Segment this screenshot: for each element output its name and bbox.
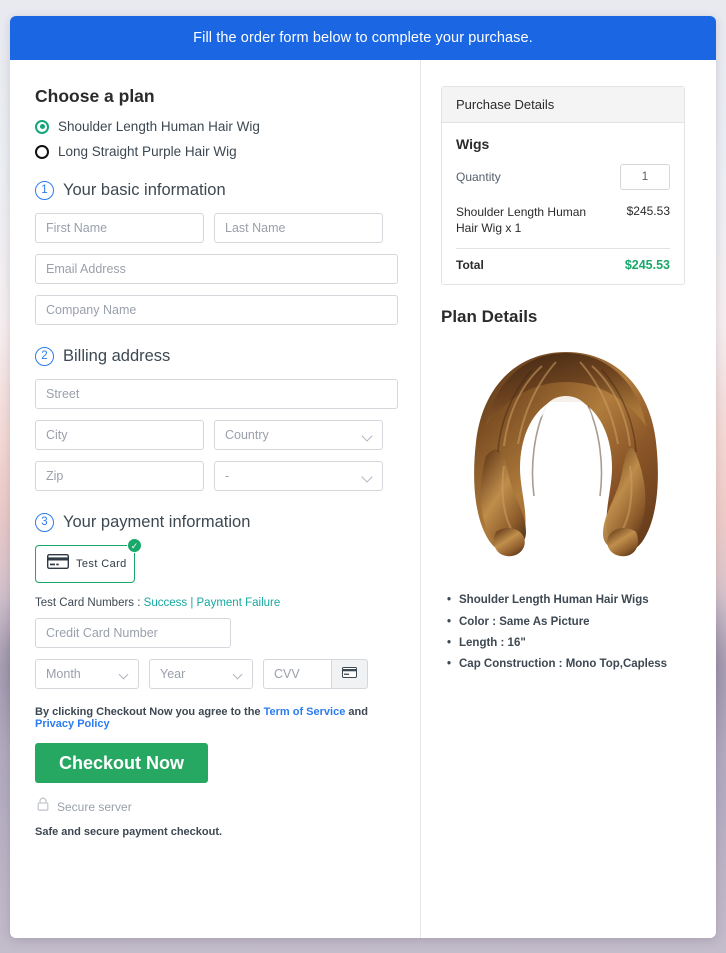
city-country-row: City Country [35,420,398,450]
test-card-option[interactable]: Test Card ✓ [35,538,142,583]
quantity-input[interactable]: 1 [620,164,670,190]
state-select[interactable]: - [214,461,383,491]
agreement-text: By clicking Checkout Now you agree to th… [35,706,398,730]
note-separator: | [187,597,197,609]
radio-selected-icon[interactable] [35,119,49,134]
list-item: Length : 16" [447,633,694,655]
agreement-middle: and [345,706,368,718]
email-row: Email Address [35,254,398,284]
first-name-input[interactable]: First Name [35,213,204,243]
checkout-now-button[interactable]: Checkout Now [35,743,208,783]
chevron-down-icon [118,669,129,680]
card-body: Choose a plan Shoulder Length Human Hair… [10,60,716,938]
name-row: First Name Last Name [35,213,398,243]
step-billing-address: 2 Billing address [35,347,398,366]
product-category-label: Wigs [456,136,490,152]
street-input[interactable]: Street [35,379,398,409]
check-circle-icon: ✓ [127,538,142,553]
plan-option-label: Shoulder Length Human Hair Wig [58,119,260,134]
expiry-month-value: Month [46,667,81,681]
line-item-name: Shoulder Length Human Hair Wig x 1 [456,205,587,236]
payment-failure-test-card-link[interactable]: Payment Failure [197,597,281,609]
lock-icon [37,797,49,816]
expiry-year-select[interactable]: Year [149,659,253,689]
checkout-card: Fill the order form below to complete yo… [10,16,716,938]
quantity-label: Quantity [456,170,501,184]
plan-feature-list: Shoulder Length Human Hair Wigs Color : … [447,590,694,675]
terms-of-service-link[interactable]: Term of Service [264,706,346,718]
plan-details-heading: Plan Details [441,307,538,327]
plan-option-long-straight-purple[interactable]: Long Straight Purple Hair Wig [35,144,398,159]
choose-plan-heading: Choose a plan [35,86,155,106]
line-item-price: $245.53 [626,204,670,218]
step-number-badge: 2 [35,347,54,366]
banner-text: Fill the order form below to complete yo… [193,30,533,46]
step-title: Billing address [63,347,171,365]
step-number-badge: 3 [35,513,54,532]
step-number-badge: 1 [35,181,54,200]
cvv-input[interactable]: CVV [263,659,331,689]
country-select[interactable]: Country [214,420,383,450]
purchase-details-header: Purchase Details [442,87,684,123]
list-item: Shoulder Length Human Hair Wigs [447,590,694,612]
test-card-label: Test Card [76,558,127,570]
plan-option-label: Long Straight Purple Hair Wig [58,144,237,159]
zip-input[interactable]: Zip [35,461,204,491]
success-test-card-link[interactable]: Success [144,597,187,609]
expiry-month-select[interactable]: Month [35,659,139,689]
last-name-input[interactable]: Last Name [214,213,383,243]
plan-option-shoulder-length[interactable]: Shoulder Length Human Hair Wig [35,119,398,134]
secure-server-row: Secure server [37,797,398,816]
expiry-year-value: Year [160,667,186,681]
summary-column: Purchase Details Wigs Quantity 1 Shoulde… [421,60,716,938]
list-item: Color : Same As Picture [447,612,694,634]
purchase-details-panel: Purchase Details Wigs Quantity 1 Shoulde… [441,86,685,286]
credit-card-icon [46,553,70,574]
company-name-input[interactable]: Company Name [35,295,398,325]
cvv-help-button[interactable] [331,659,368,689]
company-row: Company Name [35,295,398,325]
radio-unselected-icon[interactable] [35,144,49,159]
quantity-row: Quantity 1 [456,164,670,190]
agreement-prefix: By clicking Checkout Now you agree to th… [35,706,264,718]
street-row: Street [35,379,398,409]
step-title: Your payment information [63,513,251,531]
divider [456,248,670,250]
city-input[interactable]: City [35,420,204,450]
card-back-icon [342,665,357,683]
list-item: Cap Construction : Mono Top,Capless [447,654,694,676]
total-row: Total $245.53 [456,258,670,272]
privacy-policy-link[interactable]: Privacy Policy [35,718,110,730]
credit-card-number-input[interactable]: Credit Card Number [35,618,231,648]
test-card-numbers-note: Test Card Numbers : Success | Payment Fa… [35,597,398,609]
cvv-group: CVV [263,659,368,689]
safe-checkout-note: Safe and secure payment checkout. [35,826,223,838]
line-item-row: Shoulder Length Human Hair Wig x 1 $245.… [456,204,670,236]
step-payment-information: 3 Your payment information [35,513,398,532]
zip-state-row: Zip - [35,461,398,491]
total-value: $245.53 [624,258,670,273]
purchase-details-body: Wigs Quantity 1 Shoulder Length Human Ha… [442,123,684,284]
secure-server-label: Secure server [57,799,132,814]
chevron-down-icon [232,669,243,680]
expiry-cvv-row: Month Year CVV [35,659,398,689]
total-label: Total [456,258,484,273]
step-title: Your basic information [63,181,226,199]
step-basic-information: 1 Your basic information [35,181,398,200]
wig-product-image [441,333,691,578]
card-number-row: Credit Card Number [35,618,398,648]
test-card-note-prefix: Test Card Numbers : [35,597,144,609]
order-form-column: Choose a plan Shoulder Length Human Hair… [10,60,421,938]
email-input[interactable]: Email Address [35,254,398,284]
top-banner: Fill the order form below to complete yo… [10,16,716,60]
